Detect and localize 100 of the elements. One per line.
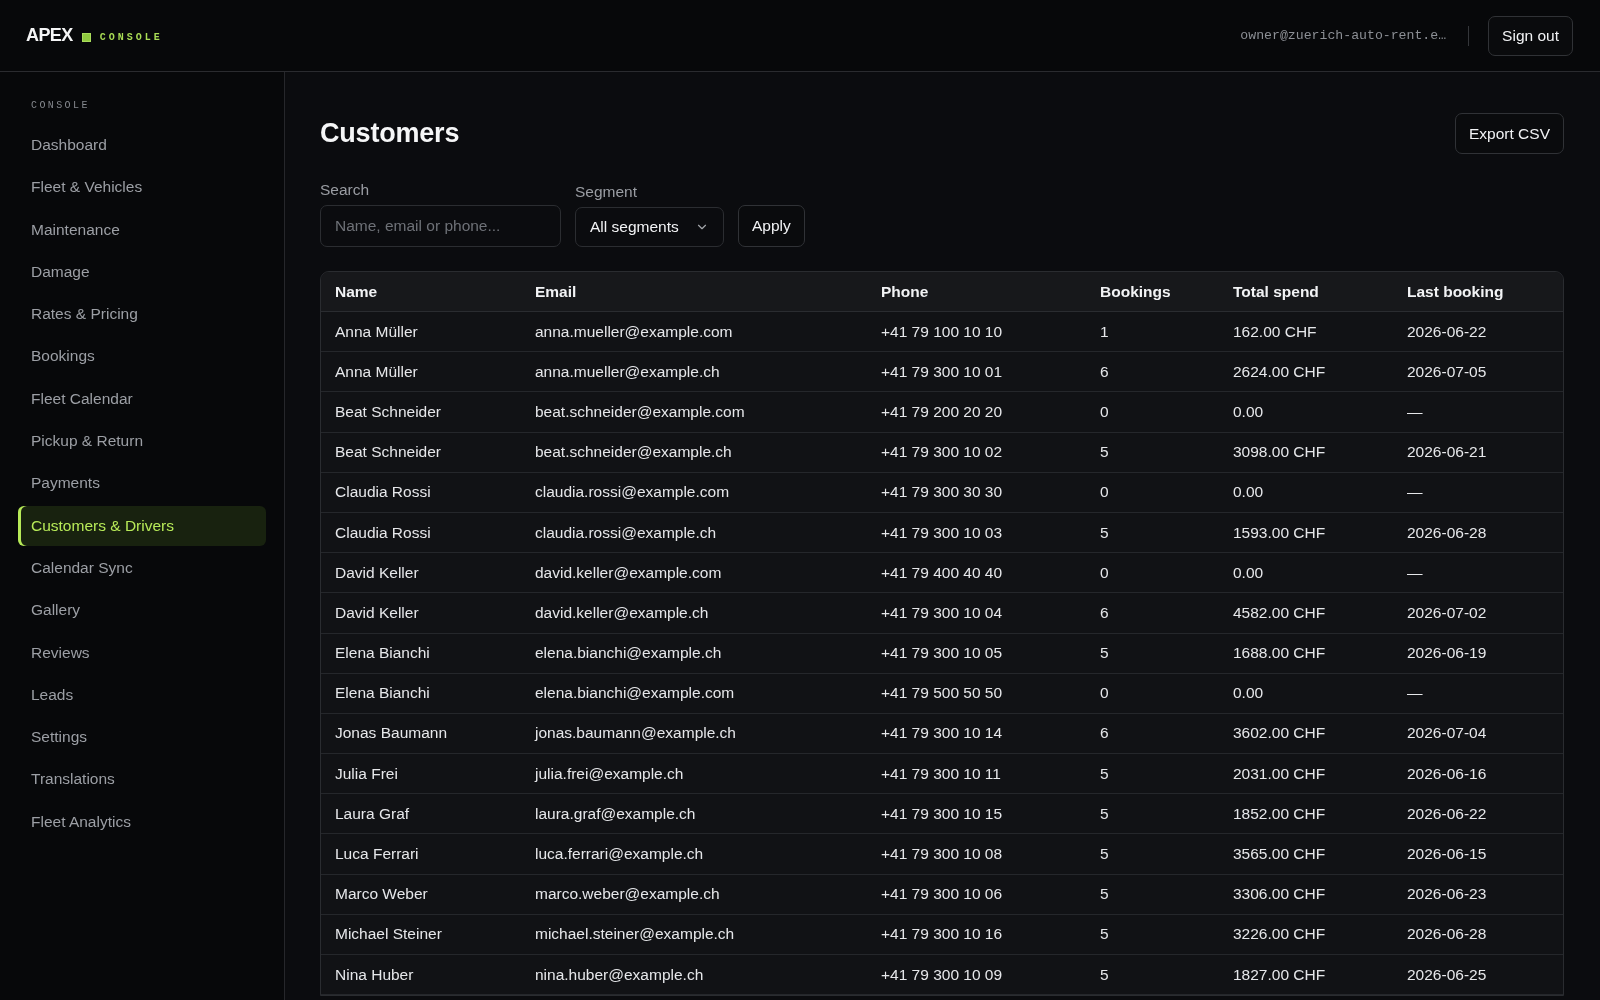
- table-cell: 2026-07-05: [1407, 362, 1487, 381]
- table-cell: +41 79 300 10 14: [881, 724, 1003, 743]
- sidebar-item[interactable]: Damage: [18, 251, 266, 292]
- table-cell: 2026-06-16: [1407, 764, 1487, 783]
- sidebar-item[interactable]: Gallery: [18, 590, 266, 631]
- table-cell: 2624.00 CHF: [1233, 362, 1326, 381]
- table-cell: 2026-06-15: [1407, 845, 1487, 864]
- logo-tag: CONSOLE: [99, 31, 163, 43]
- table-cell: Luca Ferrari: [335, 845, 419, 864]
- table-cell: beat.schneider@example.com: [535, 402, 745, 421]
- table-cell: 5: [1100, 443, 1109, 462]
- column-header: Email: [535, 282, 577, 301]
- sidebar-item[interactable]: Maintenance: [18, 209, 266, 250]
- table-cell: elena.bianchi@example.ch: [535, 644, 722, 663]
- sidebar-item[interactable]: Fleet & Vehicles: [18, 167, 266, 208]
- table-cell: —: [1407, 402, 1423, 421]
- table-cell: +41 79 300 10 05: [881, 644, 1003, 663]
- table-cell: Elena Bianchi: [335, 644, 430, 663]
- table-cell: 0: [1100, 684, 1109, 703]
- table-cell: laura.graf@example.ch: [535, 804, 696, 823]
- table-cell: +41 79 500 50 50: [881, 684, 1003, 703]
- table-cell: anna.mueller@example.com: [535, 322, 733, 341]
- column-header: Bookings: [1100, 282, 1171, 301]
- table-cell: 3565.00 CHF: [1233, 845, 1326, 864]
- table-cell: 1688.00 CHF: [1233, 644, 1326, 663]
- search-field[interactable]: Name, email or phone...: [320, 205, 561, 247]
- table-cell: 2026-06-22: [1407, 322, 1487, 341]
- table-cell: Michael Steiner: [335, 925, 442, 944]
- table-cell: 0.00: [1233, 402, 1264, 421]
- table-cell: 6: [1100, 724, 1109, 743]
- table-cell: 2026-06-25: [1407, 965, 1487, 984]
- table-cell: +41 79 300 10 16: [881, 925, 1003, 944]
- table-cell: 0.00: [1233, 684, 1264, 703]
- table-cell: 5: [1100, 644, 1109, 663]
- table-cell: 0.00: [1233, 563, 1264, 582]
- table-cell: Claudia Rossi: [335, 483, 431, 502]
- table-cell: 3306.00 CHF: [1233, 885, 1326, 904]
- table-cell: marco.weber@example.ch: [535, 885, 720, 904]
- sidebar-item[interactable]: Fleet Analytics: [18, 801, 266, 842]
- table-cell: —: [1407, 684, 1423, 703]
- table-cell: 2026-07-02: [1407, 603, 1487, 622]
- logo-square-icon: [81, 32, 91, 42]
- sidebar-item[interactable]: Reviews: [18, 632, 266, 673]
- table-cell: claudia.rossi@example.com: [535, 483, 730, 502]
- column-header: Last booking: [1407, 282, 1504, 301]
- table-cell: Anna Müller: [335, 362, 418, 381]
- segment-select[interactable]: All segments: [575, 207, 724, 247]
- sidebar-item[interactable]: Payments: [18, 463, 266, 504]
- table-cell: David Keller: [335, 603, 419, 622]
- table-cell: Marco Weber: [335, 885, 428, 904]
- table-cell: +41 79 300 10 08: [881, 845, 1003, 864]
- sign-out-button[interactable]: Sign out: [1488, 15, 1573, 56]
- sidebar-item[interactable]: Calendar Sync: [18, 547, 266, 588]
- table-cell: —: [1407, 563, 1423, 582]
- sidebar-item[interactable]: Leads: [18, 674, 266, 715]
- table-cell: Claudia Rossi: [335, 523, 431, 542]
- table-cell: 5: [1100, 925, 1109, 944]
- table-cell: 2031.00 CHF: [1233, 764, 1326, 783]
- sidebar-item[interactable]: Fleet Calendar: [18, 378, 266, 419]
- table-cell: beat.schneider@example.ch: [535, 443, 732, 462]
- sidebar-item[interactable]: Bookings: [18, 336, 266, 377]
- user-email: owner@zuerich-auto-rent.e…: [1240, 28, 1447, 43]
- table-cell: Beat Schneider: [335, 443, 441, 462]
- table-cell: david.keller@example.com: [535, 563, 722, 582]
- segment-label: Segment: [575, 183, 638, 201]
- page-title: Customers: [320, 118, 460, 149]
- table-cell: Elena Bianchi: [335, 684, 430, 703]
- table-cell: Anna Müller: [335, 322, 418, 341]
- table-cell: +41 79 300 10 15: [881, 804, 1003, 823]
- table-cell: 162.00 CHF: [1233, 322, 1317, 341]
- table-cell: 3602.00 CHF: [1233, 724, 1326, 743]
- table-cell: +41 79 100 10 10: [881, 322, 1003, 341]
- table-cell: anna.mueller@example.ch: [535, 362, 720, 381]
- table-cell: 0: [1100, 483, 1109, 502]
- table-cell: 2026-06-28: [1407, 523, 1487, 542]
- table-cell: 5: [1100, 885, 1109, 904]
- sidebar-item[interactable]: Pickup & Return: [18, 421, 266, 462]
- table-cell: +41 79 400 40 40: [881, 563, 1003, 582]
- apply-button[interactable]: Apply: [738, 205, 805, 247]
- table-cell: nina.huber@example.ch: [535, 965, 704, 984]
- column-header: Name: [335, 282, 378, 301]
- table-cell: 1852.00 CHF: [1233, 804, 1326, 823]
- sidebar-section-label: CONSOLE: [30, 100, 90, 112]
- export-csv-button[interactable]: Export CSV: [1455, 113, 1564, 154]
- table-cell: 2026-06-22: [1407, 804, 1487, 823]
- table-cell: 2026-06-19: [1407, 644, 1487, 663]
- table-cell: 1: [1100, 322, 1109, 341]
- sidebar-item[interactable]: Dashboard: [18, 125, 266, 165]
- table-cell: 6: [1100, 603, 1109, 622]
- sidebar-item[interactable]: Settings: [18, 717, 266, 758]
- sidebar-item[interactable]: Rates & Pricing: [18, 294, 266, 335]
- table-cell: —: [1407, 483, 1423, 502]
- table-cell: michael.steiner@example.ch: [535, 925, 735, 944]
- table-cell: 5: [1100, 523, 1109, 542]
- table-cell: 1593.00 CHF: [1233, 523, 1326, 542]
- sidebar-item[interactable]: Translations: [18, 759, 266, 800]
- table-cell: Julia Frei: [335, 764, 398, 783]
- search-label: Search: [320, 181, 370, 199]
- column-header: Total spend: [1233, 282, 1319, 301]
- sidebar-item[interactable]: Customers & Drivers: [18, 505, 266, 546]
